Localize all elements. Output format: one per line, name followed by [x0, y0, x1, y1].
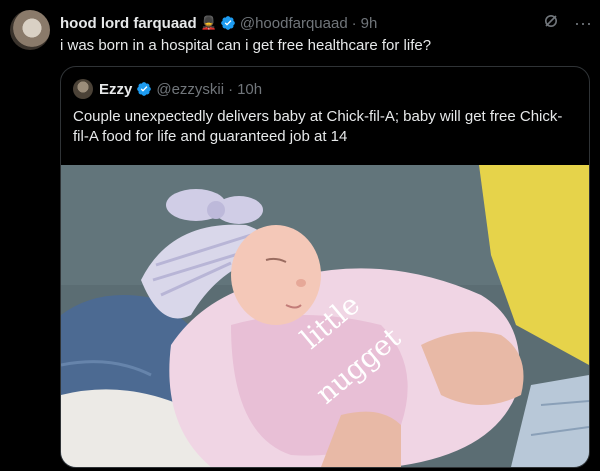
quote-verified-badge-icon [137, 82, 152, 96]
newborn-photo: little nugget [61, 165, 589, 467]
grok-icon[interactable] [542, 12, 560, 33]
quote-header: Ezzy @ezzyskii · 10h [73, 79, 262, 99]
quote-media-photo[interactable]: little nugget [61, 165, 589, 467]
timestamp[interactable]: 9h [361, 15, 378, 32]
quote-author-handle[interactable]: @ezzyskii [156, 81, 224, 98]
header-actions: ··· [542, 12, 592, 33]
avatar[interactable] [10, 10, 50, 50]
tweet-text: i was born in a hospital can i get free … [60, 37, 432, 54]
author-handle[interactable]: @hoodfarquaad [240, 15, 348, 32]
quote-text: Couple unexpectedly delivers baby at Chi… [73, 108, 563, 145]
separator-dot: · [351, 14, 357, 32]
quote-separator-dot: · [228, 80, 234, 98]
verified-badge-icon [221, 16, 235, 30]
more-icon[interactable]: ··· [574, 14, 592, 32]
quote-timestamp[interactable]: 10h [237, 81, 262, 98]
quote-avatar[interactable] [73, 79, 93, 99]
author-emoji: 💂 [200, 15, 217, 30]
quoted-tweet[interactable]: Ezzy @ezzyskii · 10h Couple unexpectedly… [60, 66, 590, 468]
tweet: hood lord farquaad 💂 @hoodfarquaad · 9h … [0, 0, 600, 471]
quote-author-name[interactable]: Ezzy [99, 81, 132, 98]
author-name[interactable]: hood lord farquaad [60, 15, 197, 32]
tweet-header: hood lord farquaad 💂 @hoodfarquaad · 9h [60, 13, 590, 33]
